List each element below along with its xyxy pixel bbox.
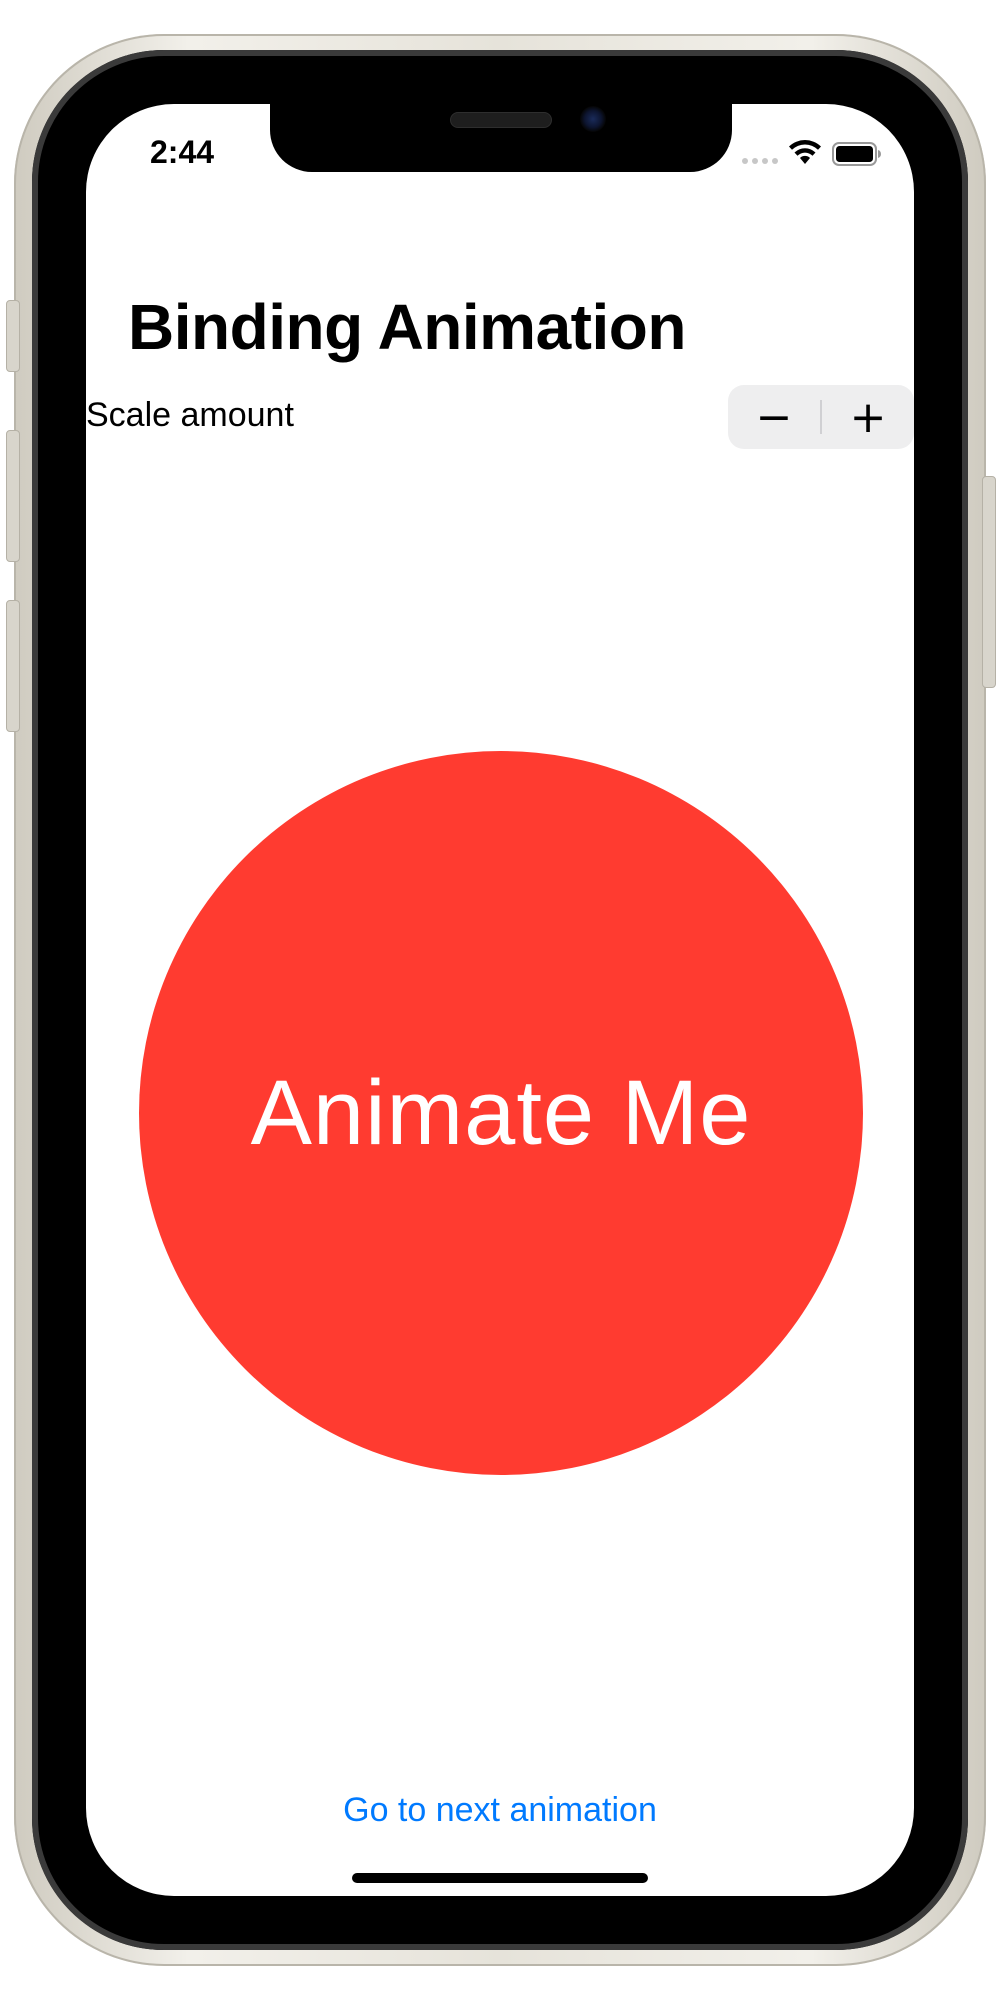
home-indicator[interactable]: [352, 1873, 648, 1883]
next-animation-link[interactable]: Go to next animation: [0, 1791, 1000, 1830]
animate-me-label: Animate Me: [250, 1061, 752, 1164]
increment-button[interactable]: +: [822, 385, 914, 449]
volume-up-button: [6, 430, 20, 562]
page-title: Binding Animation: [128, 291, 686, 363]
animate-me-button[interactable]: Animate Me: [139, 751, 863, 1475]
power-button: [982, 476, 996, 688]
front-camera: [580, 106, 606, 132]
silent-switch: [6, 300, 20, 372]
scale-stepper[interactable]: − +: [728, 385, 914, 449]
stepper-label: Scale amount: [86, 396, 294, 434]
cellular-dots-icon: [742, 158, 778, 164]
speaker-grille: [450, 112, 552, 128]
wifi-icon: [789, 140, 821, 164]
device-mockup: 2:44 Binding Animation Scale amount − + …: [0, 0, 1000, 2000]
status-bar-time: 2:44: [150, 134, 215, 170]
volume-down-button: [6, 600, 20, 732]
battery-full-icon: [832, 142, 881, 166]
decrement-button[interactable]: −: [728, 385, 820, 449]
